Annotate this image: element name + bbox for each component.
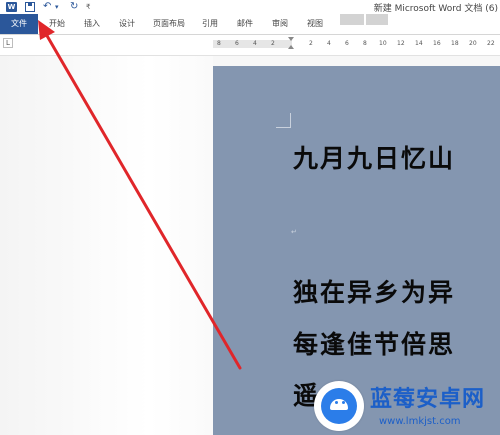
customize-toolbar-icon[interactable]: ₹ (86, 1, 90, 13)
android-icon (321, 388, 357, 424)
poem-line-2[interactable]: 每逢佳节倍思 (293, 325, 455, 361)
poem-title[interactable]: 九月九日忆山 (293, 139, 455, 175)
undo-dropdown-icon[interactable]: ▾ (55, 1, 59, 13)
tab-review[interactable]: 审阅 (272, 14, 288, 34)
ruler-number: 4 (253, 40, 257, 47)
watermark-url: www.lmkjst.com (379, 416, 461, 427)
poem-line-1[interactable]: 独在异乡为异 (293, 273, 455, 309)
undo-icon[interactable]: ↶ (43, 1, 51, 13)
watermark-title: 蓝莓安卓网 (370, 387, 486, 412)
blurred-tab (366, 14, 388, 25)
title-bar: W ↶ ▾ ↻ ₹ 新建 Microsoft Word 文档 (6) (0, 0, 500, 14)
ruler-number: 6 (235, 40, 239, 47)
tab-view[interactable]: 视图 (307, 14, 323, 34)
word-app-icon: W (6, 2, 17, 12)
tab-file[interactable]: 文件 (0, 14, 38, 34)
save-icon[interactable] (25, 2, 35, 12)
ruler-number: 22 (487, 40, 495, 47)
left-pane (0, 56, 213, 435)
ruler-number: 12 (397, 40, 405, 47)
ruler-number: 20 (469, 40, 477, 47)
ruler-number: 2 (309, 40, 313, 47)
ruler-number: 8 (217, 40, 221, 47)
document-title: 新建 Microsoft Word 文档 (6) (373, 4, 498, 14)
blurred-tab (340, 14, 364, 25)
ruler-number: 18 (451, 40, 459, 47)
ruler-number: 16 (433, 40, 441, 47)
tab-stop-selector[interactable]: L (3, 38, 13, 48)
page-crop-mark (276, 113, 291, 128)
paragraph-mark: ↵ (291, 228, 297, 236)
watermark: 蓝莓安卓网 www.lmkjst.com (300, 377, 500, 435)
tab-references[interactable]: 引用 (202, 14, 218, 34)
ruler-number: 8 (363, 40, 367, 47)
redo-icon[interactable]: ↻ (70, 1, 78, 13)
tab-mailings[interactable]: 邮件 (237, 14, 253, 34)
ruler-number: 2 (271, 40, 275, 47)
ruler-number: 10 (379, 40, 387, 47)
tab-design[interactable]: 设计 (119, 14, 135, 34)
ruler-number: 14 (415, 40, 423, 47)
android-eye (342, 401, 345, 404)
ruler-number: 6 (345, 40, 349, 47)
indent-marker[interactable] (288, 37, 295, 50)
horizontal-ruler[interactable]: 8 6 4 2 2 4 6 8 10 12 14 16 18 20 22 (213, 37, 500, 50)
tab-page-layout[interactable]: 页面布局 (153, 14, 185, 34)
tab-home[interactable]: 开始 (49, 14, 65, 34)
ruler-number: 4 (327, 40, 331, 47)
android-eye (335, 401, 338, 404)
tab-insert[interactable]: 插入 (84, 14, 100, 34)
